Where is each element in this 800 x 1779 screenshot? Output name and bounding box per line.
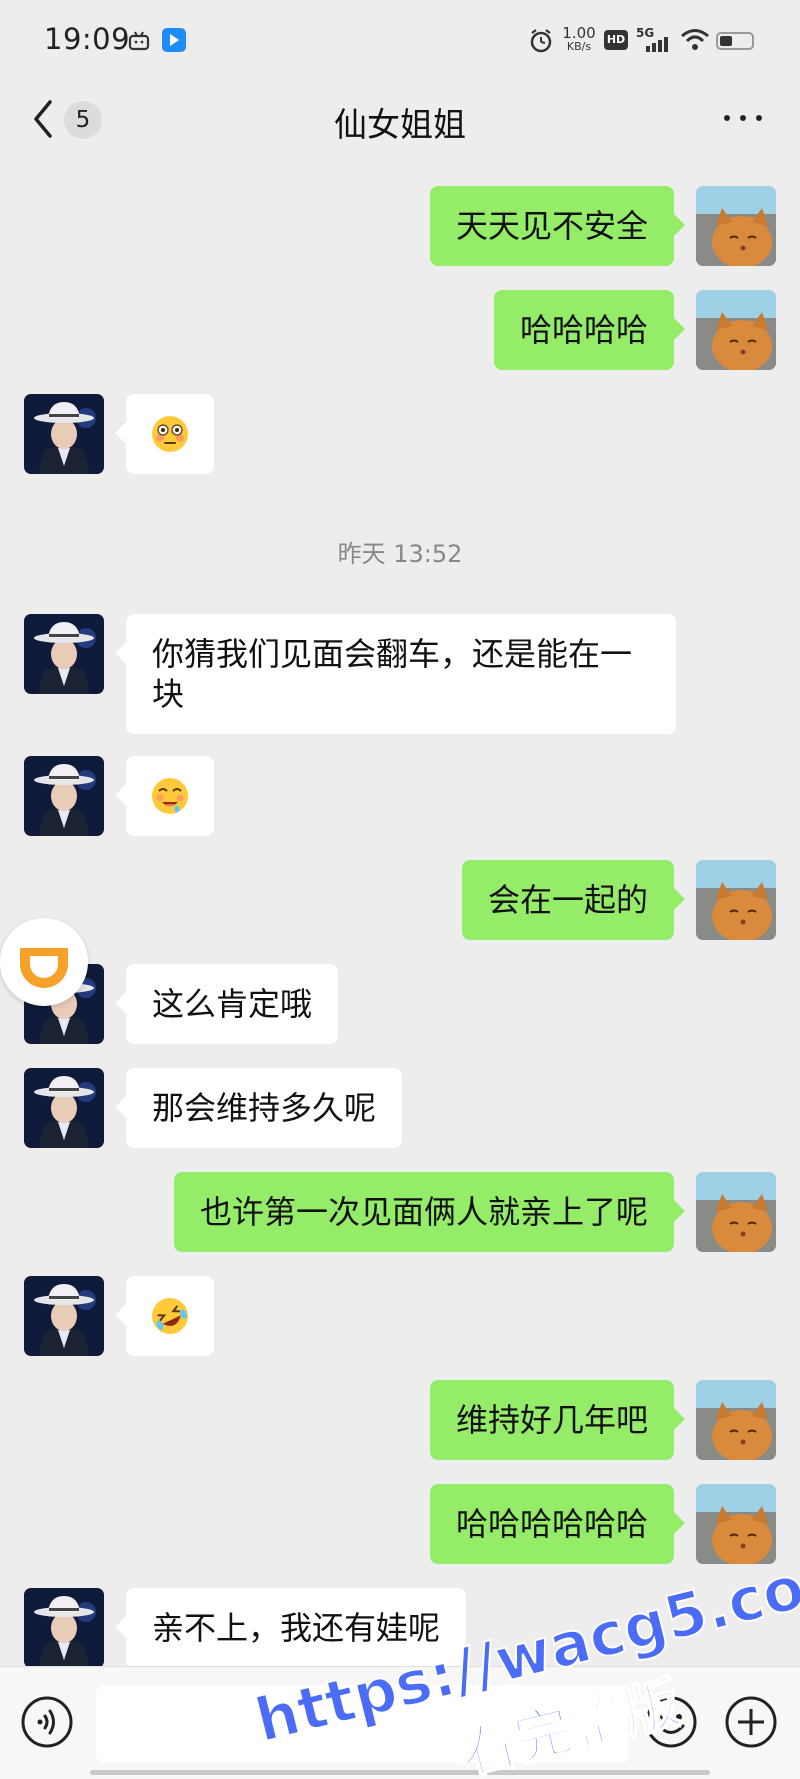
- outgoing-message[interactable]: 也许第一次见面俩人就亲上了呢: [173, 1172, 686, 1252]
- contact-avatar[interactable]: [24, 1276, 104, 1356]
- network-label: 5G: [636, 26, 655, 40]
- contact-avatar[interactable]: [24, 614, 104, 694]
- net-speed-value: 1.00: [562, 24, 596, 42]
- contact-avatar[interactable]: [24, 1068, 104, 1148]
- outgoing-message[interactable]: 维持好几年吧: [429, 1380, 686, 1460]
- incoming-emoji-message[interactable]: [115, 756, 214, 836]
- message-input[interactable]: [96, 1685, 628, 1763]
- hd-icon: HD: [604, 30, 628, 50]
- alarm-icon: [530, 29, 552, 53]
- rolling-laughing-emoji-icon: [152, 1298, 188, 1334]
- home-indicator[interactable]: [90, 1770, 710, 1775]
- self-avatar-cat[interactable]: [696, 186, 776, 266]
- more-options-icon[interactable]: [724, 112, 764, 124]
- incoming-message[interactable]: 那会维持多久呢: [114, 1068, 403, 1148]
- outgoing-message[interactable]: 哈哈哈哈哈哈: [429, 1484, 686, 1564]
- plus-icon[interactable]: [724, 1695, 778, 1749]
- contact-avatar[interactable]: [24, 394, 104, 474]
- self-avatar-cat[interactable]: [696, 860, 776, 940]
- battery-icon: [716, 32, 754, 50]
- outgoing-message[interactable]: 会在一起的: [461, 860, 686, 940]
- self-avatar-cat[interactable]: [696, 1172, 776, 1252]
- incoming-message[interactable]: 亲不上，我还有娃呢: [114, 1588, 467, 1668]
- message-timestamp: 昨天 13:52: [337, 540, 463, 568]
- back-chevron-icon[interactable]: [30, 98, 56, 140]
- self-avatar-cat[interactable]: [696, 290, 776, 370]
- signal-icon: 5G: [636, 26, 672, 54]
- self-avatar-cat[interactable]: [696, 1484, 776, 1564]
- input-bar: [0, 1666, 800, 1779]
- net-speed-unit: KB/s: [566, 40, 592, 53]
- chat-title: 仙女姐姐: [334, 105, 466, 144]
- self-avatar-cat[interactable]: [696, 1380, 776, 1460]
- voice-icon[interactable]: [20, 1695, 74, 1749]
- status-time: 19:09: [44, 22, 131, 56]
- didi-logo-icon: [20, 948, 68, 988]
- incoming-emoji-message[interactable]: [115, 394, 214, 474]
- contact-avatar[interactable]: [24, 1588, 104, 1668]
- floating-app-button[interactable]: [0, 918, 88, 1006]
- status-bar: 19:09 1.00 KB/s HD 5G: [0, 0, 800, 84]
- chat-header: 5 仙女姐姐: [0, 84, 800, 156]
- wifi-icon: [681, 29, 709, 50]
- emoji-icon[interactable]: [644, 1695, 698, 1749]
- drooling-face-emoji-icon: [152, 778, 188, 814]
- net-speed: 1.00 KB/s: [560, 26, 598, 53]
- blue-app-icon: [162, 28, 186, 52]
- incoming-message[interactable]: 你猜我们见面会翻车，还是能在一块: [115, 614, 676, 734]
- incoming-message[interactable]: 这么肯定哦: [114, 964, 339, 1044]
- contact-avatar[interactable]: [24, 756, 104, 836]
- bilibili-icon: [128, 31, 150, 51]
- outgoing-message[interactable]: 哈哈哈哈: [493, 290, 686, 370]
- flushed-face-emoji-icon: [152, 416, 188, 452]
- outgoing-message[interactable]: 天天见不安全: [429, 186, 686, 266]
- unread-count-badge[interactable]: 5: [64, 101, 102, 139]
- incoming-emoji-message[interactable]: [115, 1276, 214, 1356]
